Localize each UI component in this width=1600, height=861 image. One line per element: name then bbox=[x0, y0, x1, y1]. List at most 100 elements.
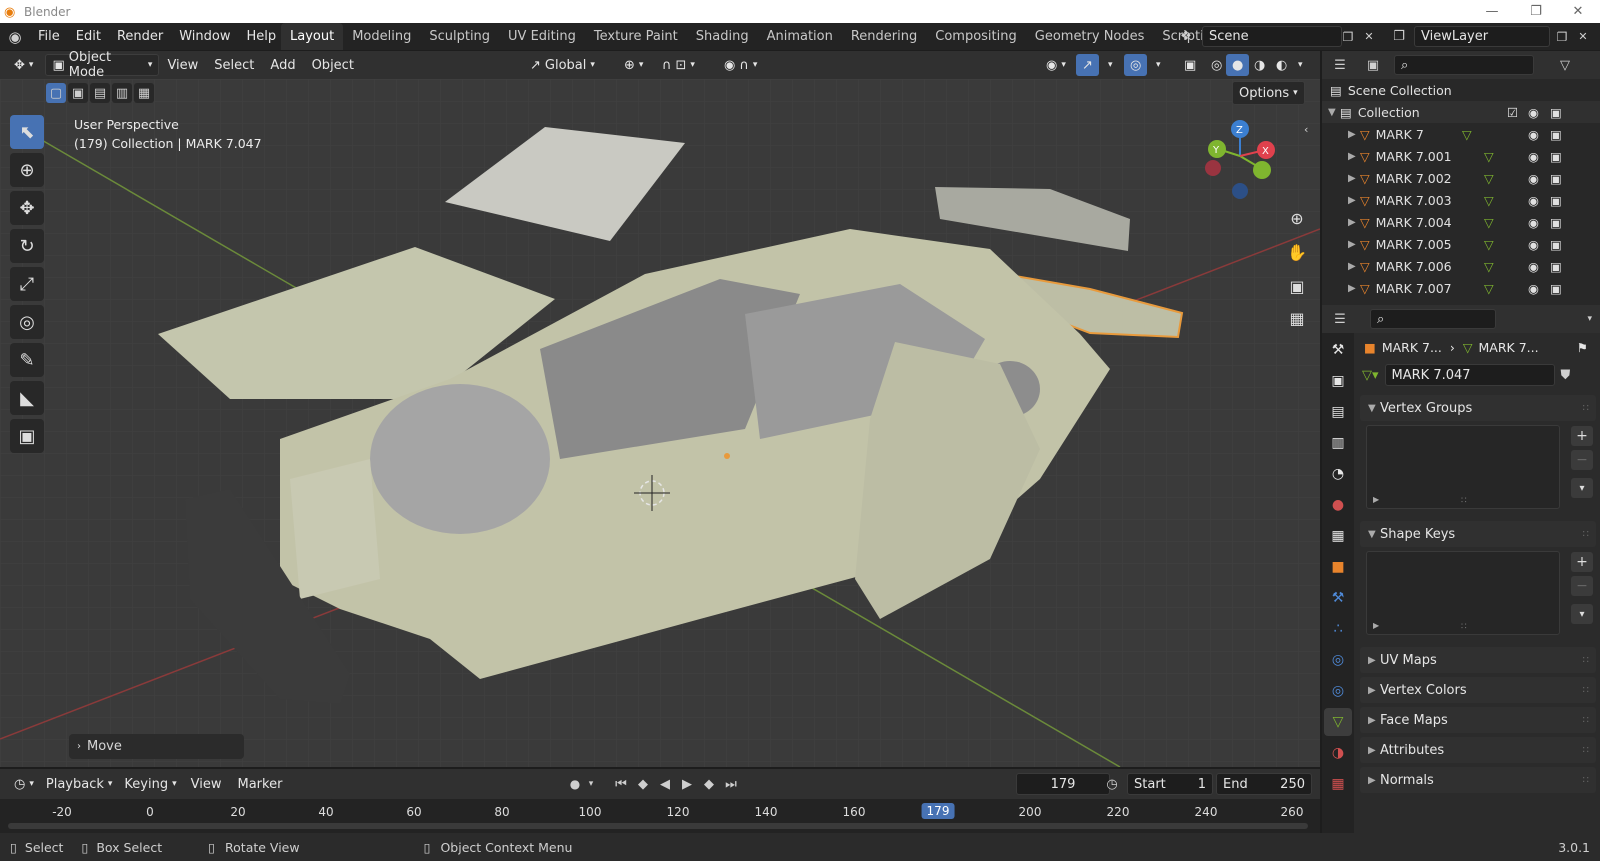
tab-animation[interactable]: Animation bbox=[758, 23, 842, 50]
vertex-groups-panel[interactable]: ▼ Vertex Groups ∷ bbox=[1360, 395, 1596, 421]
pan-hand-icon[interactable]: ✋ bbox=[1282, 237, 1312, 267]
minimize-icon[interactable]: — bbox=[1470, 0, 1514, 23]
start-frame-field[interactable]: Start 1 bbox=[1127, 773, 1213, 795]
outliner-item[interactable]: ▶ ▽ MARK 7 ▽ ◉ ▣ bbox=[1322, 123, 1600, 145]
wireframe-shading[interactable]: ◎ bbox=[1205, 54, 1228, 76]
timeline-scrollbar[interactable] bbox=[8, 823, 1308, 829]
particles-tab-icon[interactable]: ∴ bbox=[1324, 615, 1352, 643]
move-tool[interactable]: ✥ bbox=[10, 191, 44, 225]
tool-tab-icon[interactable]: ⚒ bbox=[1324, 336, 1352, 364]
new-view-layer-icon[interactable]: ❐ bbox=[1552, 30, 1572, 44]
shape-keys-panel[interactable]: ▼ Shape Keys ∷ bbox=[1360, 521, 1596, 547]
remove-vertex-group-button[interactable]: − bbox=[1571, 450, 1593, 470]
solid-shading[interactable]: ● bbox=[1226, 54, 1250, 76]
outliner-item[interactable]: ▶ ▽ MARK 7.001 ▽ ◉ ▣ bbox=[1322, 145, 1600, 167]
visibility-eye-icon[interactable]: ◉ bbox=[1528, 149, 1539, 164]
add-cube-tool[interactable]: ▣ bbox=[10, 419, 44, 453]
menu-help[interactable]: Help bbox=[239, 23, 285, 50]
face-maps-panel[interactable]: ▶ Face Maps ∷ bbox=[1360, 707, 1596, 733]
render-camera-icon[interactable]: ▣ bbox=[1550, 149, 1562, 164]
outliner-search-input[interactable]: ⌕ bbox=[1394, 55, 1534, 75]
jump-end-icon[interactable]: ⏭ bbox=[720, 777, 742, 792]
orientation-dropdown[interactable]: ↗ Global ▾ bbox=[524, 54, 601, 76]
camera-icon[interactable]: ▣ bbox=[1282, 271, 1312, 301]
mesh-name-field[interactable]: MARK 7.047 bbox=[1384, 364, 1555, 386]
outliner-item[interactable]: ▶ ▽ MARK 7.002 ▽ ◉ ▣ bbox=[1322, 167, 1600, 189]
menu-render[interactable]: Render bbox=[109, 23, 171, 50]
tab-rendering[interactable]: Rendering bbox=[842, 23, 926, 50]
remove-scene-icon[interactable]: ✕ bbox=[1362, 30, 1376, 43]
gizmo-toggle[interactable]: ↗ bbox=[1076, 54, 1099, 76]
timeline-editor-type[interactable]: ◷ ▾ bbox=[8, 773, 40, 795]
blender-menu-icon[interactable]: ◉ bbox=[0, 28, 30, 46]
render-camera-icon[interactable]: ▣ bbox=[1550, 105, 1562, 120]
material-tab-icon[interactable]: ◑ bbox=[1324, 739, 1352, 767]
cursor-tool[interactable]: ⊕ bbox=[10, 153, 44, 187]
play-icon[interactable]: ▶ bbox=[676, 777, 698, 792]
snap-toggle[interactable]: ∩ ⊡ ▾ bbox=[656, 54, 701, 76]
select-extend-icon[interactable]: ▣ bbox=[68, 83, 88, 103]
mesh-data-tab-icon[interactable]: ▽ bbox=[1324, 708, 1352, 736]
view-layer-field[interactable]: ViewLayer bbox=[1414, 26, 1550, 47]
xray-toggle[interactable]: ▣ bbox=[1178, 54, 1202, 76]
mesh-selector-icon[interactable]: ▽▾ bbox=[1362, 368, 1379, 383]
menu-object[interactable]: Object bbox=[304, 52, 362, 79]
physics-tab-icon[interactable]: ◎ bbox=[1324, 646, 1352, 674]
overlays-dropdown[interactable]: ▾ bbox=[1150, 54, 1167, 76]
normals-panel[interactable]: ▶ Normals ∷ bbox=[1360, 767, 1596, 793]
rendered-shading[interactable]: ◐ bbox=[1270, 54, 1293, 76]
remove-view-layer-icon[interactable]: ✕ bbox=[1576, 30, 1590, 43]
menu-window[interactable]: Window bbox=[171, 23, 238, 50]
menu-select[interactable]: Select bbox=[206, 52, 262, 79]
filter-icon[interactable]: ▽ bbox=[1550, 58, 1580, 73]
proportional-toggle[interactable]: ◉ ∩ ▾ bbox=[718, 54, 763, 76]
visibility-eye-icon[interactable]: ◉ bbox=[1528, 281, 1539, 296]
next-keyframe-icon[interactable]: ◆ bbox=[698, 777, 720, 792]
outliner-editor-icon[interactable]: ☰ bbox=[1322, 58, 1358, 73]
outliner-item[interactable]: ▶ ▽ MARK 7.006 ▽ ◉ ▣ bbox=[1322, 255, 1600, 277]
tab-layout[interactable]: Layout bbox=[281, 23, 344, 50]
rotate-tool[interactable]: ↻ bbox=[10, 229, 44, 263]
select-intersect-icon[interactable]: ▦ bbox=[134, 83, 154, 103]
playhead-frame[interactable]: 179 bbox=[921, 803, 955, 819]
remove-shape-key-button[interactable]: − bbox=[1571, 576, 1593, 596]
jump-start-icon[interactable]: ⏮ bbox=[610, 777, 632, 792]
last-operator-panel[interactable]: › Move bbox=[69, 734, 244, 759]
tab-uv-editing[interactable]: UV Editing bbox=[499, 23, 585, 50]
tab-modeling[interactable]: Modeling bbox=[343, 23, 420, 50]
material-shading[interactable]: ◑ bbox=[1248, 54, 1271, 76]
shape-key-specials-button[interactable]: ▾ bbox=[1571, 604, 1593, 624]
measure-tool[interactable]: ◣ bbox=[10, 381, 44, 415]
new-scene-icon[interactable]: ❐ bbox=[1338, 30, 1358, 44]
add-shape-key-button[interactable]: + bbox=[1571, 552, 1593, 572]
outliner-item[interactable]: ▶ ▽ MARK 7.003 ▽ ◉ ▣ bbox=[1322, 189, 1600, 211]
view-layer-tab-icon[interactable]: ▥ bbox=[1324, 429, 1352, 457]
playback-menu[interactable]: Playback ▾ bbox=[40, 773, 119, 795]
add-vertex-group-button[interactable]: + bbox=[1571, 426, 1593, 446]
tab-texture-paint[interactable]: Texture Paint bbox=[585, 23, 687, 50]
properties-search-input[interactable]: ⌕ bbox=[1370, 309, 1496, 329]
render-camera-icon[interactable]: ▣ bbox=[1550, 259, 1562, 274]
scene-field[interactable]: Scene bbox=[1202, 26, 1342, 47]
select-subtract-icon[interactable]: ▤ bbox=[90, 83, 110, 103]
render-camera-icon[interactable]: ▣ bbox=[1550, 215, 1562, 230]
chevron-down-icon[interactable]: ▾ bbox=[1587, 314, 1592, 324]
visibility-eye-icon[interactable]: ◉ bbox=[1528, 105, 1539, 120]
visibility-eye-icon[interactable]: ◉ bbox=[1528, 193, 1539, 208]
transform-tool[interactable]: ◎ bbox=[10, 305, 44, 339]
pivot-dropdown[interactable]: ⊕ ▾ bbox=[618, 54, 649, 76]
uv-maps-panel[interactable]: ▶ UV Maps ∷ bbox=[1360, 647, 1596, 673]
timeline-view-menu[interactable]: View bbox=[183, 771, 230, 798]
fake-user-shield-icon[interactable]: ⛊ bbox=[1561, 368, 1571, 383]
display-mode-icon[interactable]: ▣ bbox=[1358, 58, 1388, 73]
restore-icon[interactable]: ❐ bbox=[1514, 0, 1558, 23]
visibility-eye-icon[interactable]: ◉ bbox=[1528, 171, 1539, 186]
menu-view[interactable]: View bbox=[159, 52, 206, 79]
outliner-item[interactable]: ▶ ▽ MARK 7.005 ▽ ◉ ▣ bbox=[1322, 233, 1600, 255]
visibility-eye-icon[interactable]: ◉ bbox=[1528, 237, 1539, 252]
end-frame-field[interactable]: End 250 bbox=[1216, 773, 1312, 795]
scale-tool[interactable]: ⤢ bbox=[10, 267, 44, 301]
constraints-tab-icon[interactable]: ◎ bbox=[1324, 677, 1352, 705]
options-dropdown[interactable]: Options ▾ bbox=[1232, 81, 1305, 105]
grid-toggle-icon[interactable]: ▦ bbox=[1282, 303, 1312, 333]
